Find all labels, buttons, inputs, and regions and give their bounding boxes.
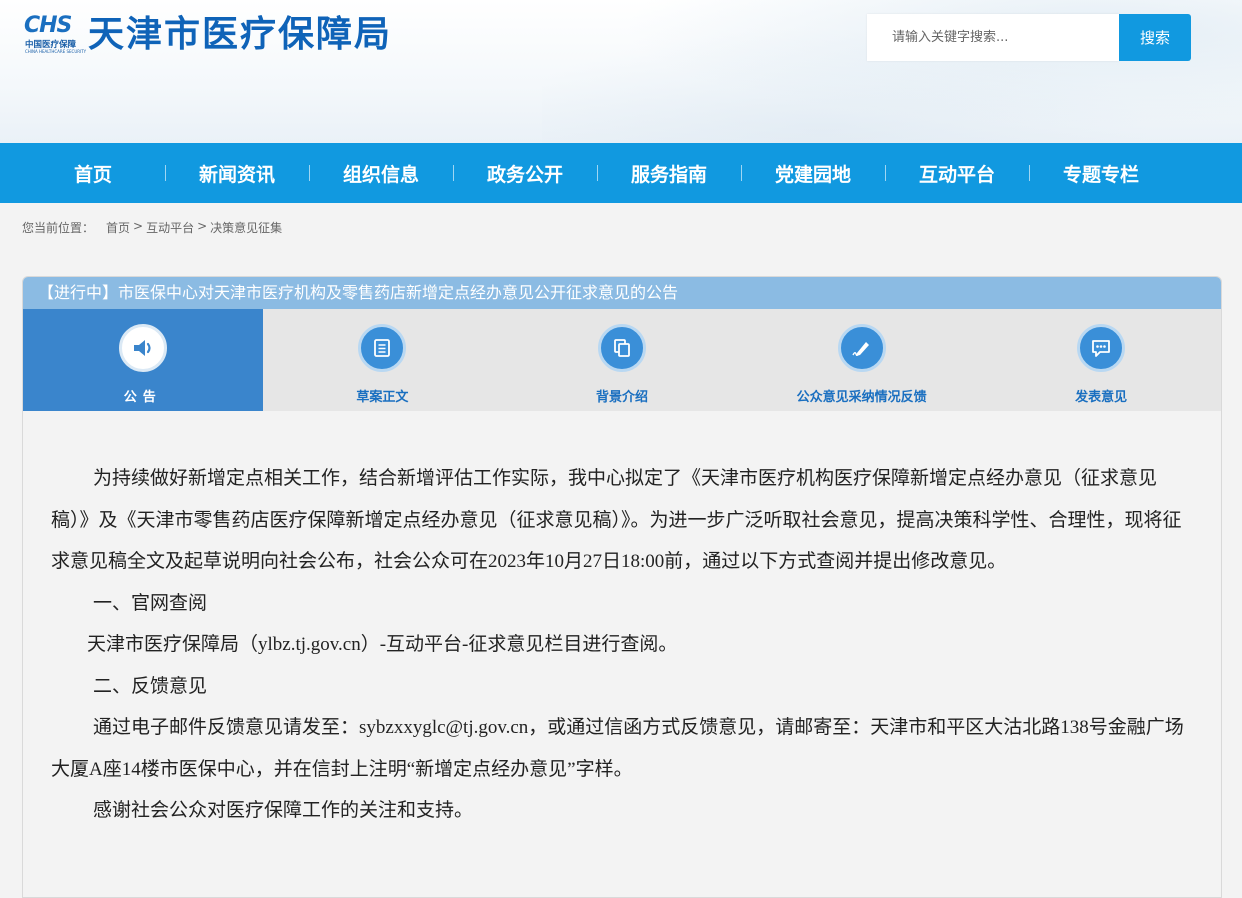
site-header: CHS 中国医疗保障 CHINA HEALTHCARE SECURITY 天津市… xyxy=(0,0,1242,143)
tab-background-label: 背景介绍 xyxy=(595,390,648,405)
nav-item-government-affairs[interactable]: 政务公开 xyxy=(453,143,597,203)
nav-item-home[interactable]: 首页 xyxy=(21,143,165,203)
nav-item-interaction[interactable]: 互动平台 xyxy=(885,143,1029,203)
breadcrumb-separator: > xyxy=(133,219,144,233)
article-paragraph: 感谢社会公众对医疗保障工作的关注和支持。 xyxy=(93,800,474,821)
article-paragraph: 为持续做好新增定点相关工作，结合新增评估工作实际，我中心拟定了《天津市医疗机构医… xyxy=(51,468,1182,572)
breadcrumb-home[interactable]: 首页 xyxy=(106,219,130,236)
site-title: 天津市医疗保障局 xyxy=(88,14,393,55)
pen-icon xyxy=(837,324,886,372)
notice-tabs: 公告 草案正文 背景介绍 公众意见采纳情况反馈 发表意见 xyxy=(23,309,1221,411)
speaker-icon xyxy=(118,324,167,372)
logo-chs-text: CHS xyxy=(24,13,72,38)
nav-item-news[interactable]: 新闻资讯 xyxy=(165,143,309,203)
breadcrumb-current[interactable]: 决策意见征集 xyxy=(210,219,282,236)
article-heading: 二、反馈意见 xyxy=(93,675,208,697)
nav-item-special-topics[interactable]: 专题专栏 xyxy=(1029,143,1173,203)
breadcrumb-separator: > xyxy=(197,219,208,233)
tab-submit-opinion-label: 发表意见 xyxy=(1075,390,1128,405)
logo-en-text: CHINA HEALTHCARE SECURITY xyxy=(25,49,87,54)
copy-icon xyxy=(597,324,646,372)
tab-announcement-label: 公告 xyxy=(123,390,162,405)
tab-submit-opinion[interactable]: 发表意见 xyxy=(981,309,1221,411)
article-paragraph: 通过电子邮件反馈意见请发至：sybzxxyglc@tj.gov.cn，或通过信函… xyxy=(51,717,1184,780)
article-heading: 一、官网查阅 xyxy=(93,592,208,614)
document-icon xyxy=(358,324,407,372)
notice-article: 为持续做好新增定点相关工作，结合新增评估工作实际，我中心拟定了《天津市医疗机构医… xyxy=(23,458,1221,832)
nav-item-party-building[interactable]: 党建园地 xyxy=(741,143,885,203)
tab-feedback-adoption-label: 公众意见采纳情况反馈 xyxy=(796,390,927,405)
tab-draft-text[interactable]: 草案正文 xyxy=(263,309,503,411)
tab-draft-text-label: 草案正文 xyxy=(356,390,409,405)
tab-announcement[interactable]: 公告 xyxy=(23,309,263,411)
site-logo[interactable]: CHS 中国医疗保障 CHINA HEALTHCARE SECURITY 天津市… xyxy=(22,10,392,60)
search-button[interactable]: 搜索 xyxy=(1119,14,1191,61)
tab-feedback-adoption[interactable]: 公众意见采纳情况反馈 xyxy=(742,309,982,411)
notice-title: 【进行中】市医保中心对天津市医疗机构及零售药店新增定点经办意见公开征求意见的公告 xyxy=(23,277,1221,309)
search-input[interactable] xyxy=(867,14,1119,61)
chat-icon xyxy=(1077,324,1126,372)
article-paragraph: 天津市医疗保障局（ylbz.tj.gov.cn）-互动平台-征求意见栏目进行查阅… xyxy=(87,634,678,655)
main-nav: 首页 新闻资讯 组织信息 政务公开 服务指南 党建园地 互动平台 专题专栏 xyxy=(0,143,1242,203)
nav-item-service-guide[interactable]: 服务指南 xyxy=(597,143,741,203)
breadcrumb: 您当前位置： 首页 > 互动平台 > 决策意见征集 xyxy=(22,219,282,236)
chs-logo-mark: CHS 中国医疗保障 CHINA HEALTHCARE SECURITY xyxy=(22,13,87,57)
nav-item-organization[interactable]: 组织信息 xyxy=(309,143,453,203)
tab-background[interactable]: 背景介绍 xyxy=(502,309,742,411)
breadcrumb-lead: 您当前位置： xyxy=(22,221,95,235)
notice-panel: 【进行中】市医保中心对天津市医疗机构及零售药店新增定点经办意见公开征求意见的公告… xyxy=(22,276,1222,898)
breadcrumb-interaction[interactable]: 互动平台 xyxy=(146,219,194,236)
